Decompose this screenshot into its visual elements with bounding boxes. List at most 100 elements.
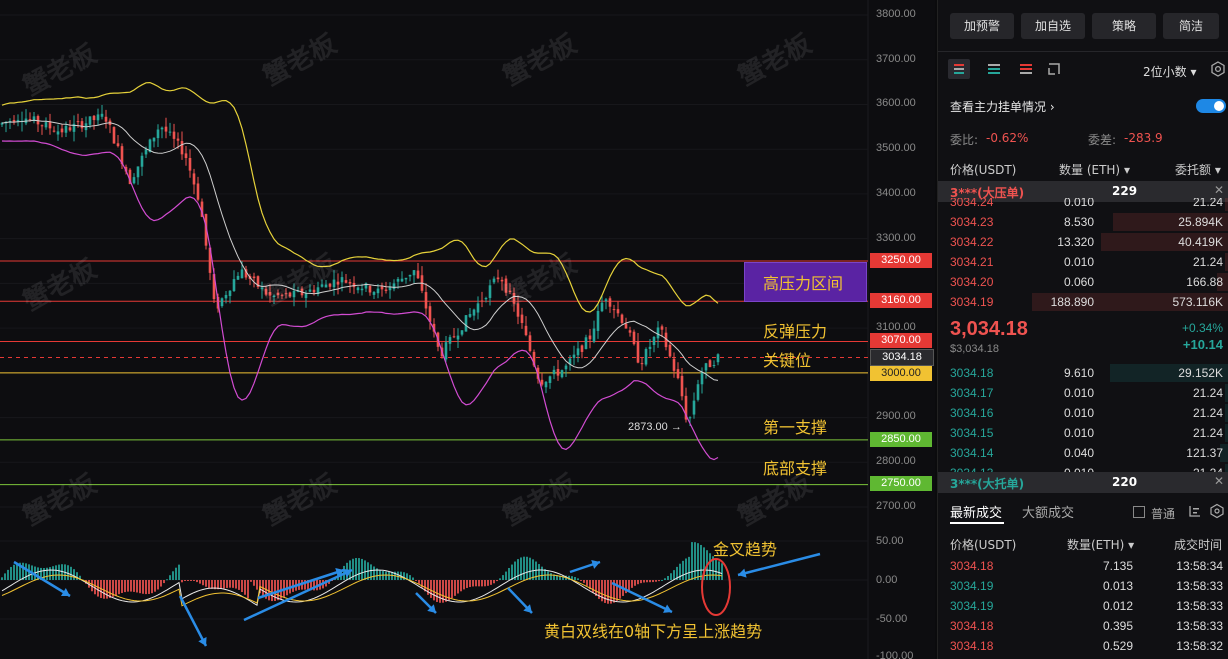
tab-latest-trades[interactable]: 最新成交 xyxy=(950,502,1002,521)
row-price: 3034.20 xyxy=(950,275,994,289)
close-icon[interactable]: ✕ xyxy=(1214,474,1224,488)
candle-body xyxy=(220,298,224,307)
ask-row[interactable]: 3034.24 0.010 21.24 xyxy=(938,198,1228,212)
ask-row[interactable]: 3034.21 0.010 21.24 xyxy=(938,252,1228,272)
expand-icon[interactable] xyxy=(1044,59,1064,79)
candle-body xyxy=(372,292,376,295)
candle-body xyxy=(692,400,696,415)
macd-histogram-bar xyxy=(721,563,723,580)
macd-histogram-bar xyxy=(187,580,189,581)
add-alert-button[interactable]: 加预警 xyxy=(950,13,1014,39)
macd-histogram-bar xyxy=(541,566,543,580)
macd-histogram-bar xyxy=(445,580,447,602)
main-orders-toggle[interactable] xyxy=(1196,99,1226,113)
macd-histogram-bar xyxy=(199,580,201,584)
normal-checkbox[interactable] xyxy=(1133,506,1145,518)
bid-list: 3034.18 9.610 29.152K 3034.17 0.010 21.24 3034… xyxy=(938,363,1228,473)
row-amount: 21.24 xyxy=(1192,255,1223,269)
candle-body xyxy=(584,337,588,349)
candle-body xyxy=(456,335,460,340)
candle-body xyxy=(640,363,644,365)
trade-qty: 0.013 xyxy=(1102,579,1133,593)
macd-histogram-bar xyxy=(457,580,459,594)
filter-icon[interactable] xyxy=(1187,503,1203,519)
simple-mode-button[interactable]: 简洁 xyxy=(1163,13,1219,39)
candle-body xyxy=(672,358,676,371)
candle-body xyxy=(448,337,452,344)
ask-row[interactable]: 3034.23 8.530 25.894K xyxy=(938,212,1228,232)
trade-qty: 0.012 xyxy=(1102,599,1133,613)
macd-histogram-bar xyxy=(496,580,498,582)
candle-body xyxy=(652,336,656,345)
macd-histogram-bar xyxy=(655,580,657,582)
macd-axis-label: 50.00 xyxy=(876,535,904,547)
macd-histogram-bar xyxy=(52,566,54,580)
candle-body xyxy=(528,335,532,352)
ask-row[interactable]: 3034.19 188.890 573.116K xyxy=(938,292,1228,312)
trend-arrowhead xyxy=(738,568,747,578)
view-bids-icon[interactable] xyxy=(984,59,1004,79)
row-price: 3034.24 xyxy=(950,198,994,209)
macd-histogram-bar xyxy=(523,556,525,580)
macd-histogram-bar xyxy=(256,580,258,590)
strategy-button[interactable]: 策略 xyxy=(1092,13,1156,39)
macd-axis-label: -100.00 xyxy=(876,650,914,659)
candle-body xyxy=(444,342,448,360)
macd-histogram-bar xyxy=(43,568,45,580)
kline-chart[interactable]: 蟹老板 蟹老板 蟹老板 蟹老板 蟹老板 蟹老板 蟹老板 蟹老板 蟹老板 蟹老板 … xyxy=(0,0,935,659)
macd-histogram-bar xyxy=(415,580,417,581)
bid-row[interactable]: 3034.15 0.010 21.24 xyxy=(938,423,1228,443)
col-price-header: 价格(USDT) xyxy=(950,163,1017,177)
view-both-icon[interactable] xyxy=(948,59,970,79)
candle-body xyxy=(180,141,184,155)
candle-body xyxy=(76,121,80,123)
bid-row[interactable]: 3034.18 9.610 29.152K xyxy=(938,363,1228,383)
bid-row[interactable]: 3034.17 0.010 21.24 xyxy=(938,383,1228,403)
macd-histogram-bar xyxy=(418,580,420,584)
row-price: 3034.21 xyxy=(950,255,994,269)
view-asks-icon[interactable] xyxy=(1016,59,1036,79)
macd-histogram-bar xyxy=(181,580,183,583)
macd-histogram-bar xyxy=(409,575,411,580)
y-axis-label: 2900.00 xyxy=(876,410,916,422)
row-price: 3034.14 xyxy=(950,446,994,460)
macd-histogram-bar xyxy=(358,558,360,580)
macd-histogram-bar xyxy=(661,579,663,581)
ask-row[interactable]: 3034.20 0.060 166.88 xyxy=(938,272,1228,292)
close-icon[interactable]: ✕ xyxy=(1214,183,1224,197)
macd-histogram-bar xyxy=(517,559,519,580)
main-orders-link[interactable]: 查看主力挂单情况 › xyxy=(950,98,1055,115)
trade-time: 13:58:32 xyxy=(1176,639,1223,653)
row-price: 3034.22 xyxy=(950,235,994,249)
col-amount-label: 委托额 xyxy=(1175,163,1212,177)
candle-body xyxy=(604,299,608,302)
row-price: 3034.18 xyxy=(950,366,994,380)
chevron-down-icon: ▾ xyxy=(1190,65,1197,79)
settings-icon[interactable] xyxy=(1209,60,1227,78)
macd-histogram-bar xyxy=(397,571,399,580)
bid-row[interactable]: 3034.16 0.010 21.24 xyxy=(938,403,1228,423)
change-absolute: +10.14 xyxy=(1182,337,1223,352)
macd-histogram-bar xyxy=(484,580,486,587)
trade-qty-header[interactable]: 数量(ETH) ▾ xyxy=(1067,536,1134,553)
candle-body xyxy=(696,384,700,400)
macd-histogram-bar xyxy=(169,575,171,580)
add-watchlist-button[interactable]: 加自选 xyxy=(1021,13,1085,39)
col-amount-header[interactable]: 委托额 ▾ xyxy=(1175,161,1221,178)
decimal-select[interactable]: 2位小数 ▾ xyxy=(1143,63,1197,80)
ask-row[interactable]: 3034.22 13.320 40.419K xyxy=(938,232,1228,252)
candle-body xyxy=(116,143,120,147)
macd-histogram-bar xyxy=(4,573,6,580)
candle-body xyxy=(468,314,472,317)
settings-icon[interactable] xyxy=(1209,503,1225,519)
macd-histogram-bar xyxy=(682,560,684,580)
tab-large-trades[interactable]: 大额成交 xyxy=(1022,502,1074,521)
col-qty-header[interactable]: 数量 (ETH) ▾ xyxy=(1059,161,1130,178)
candle-body xyxy=(560,370,564,378)
candle-body xyxy=(392,283,396,290)
candle-body xyxy=(644,349,648,365)
candle-body xyxy=(408,274,412,277)
candle-body xyxy=(68,127,72,131)
bid-row[interactable]: 3034.14 0.040 121.37 xyxy=(938,443,1228,463)
macd-histogram-bar xyxy=(460,580,462,592)
